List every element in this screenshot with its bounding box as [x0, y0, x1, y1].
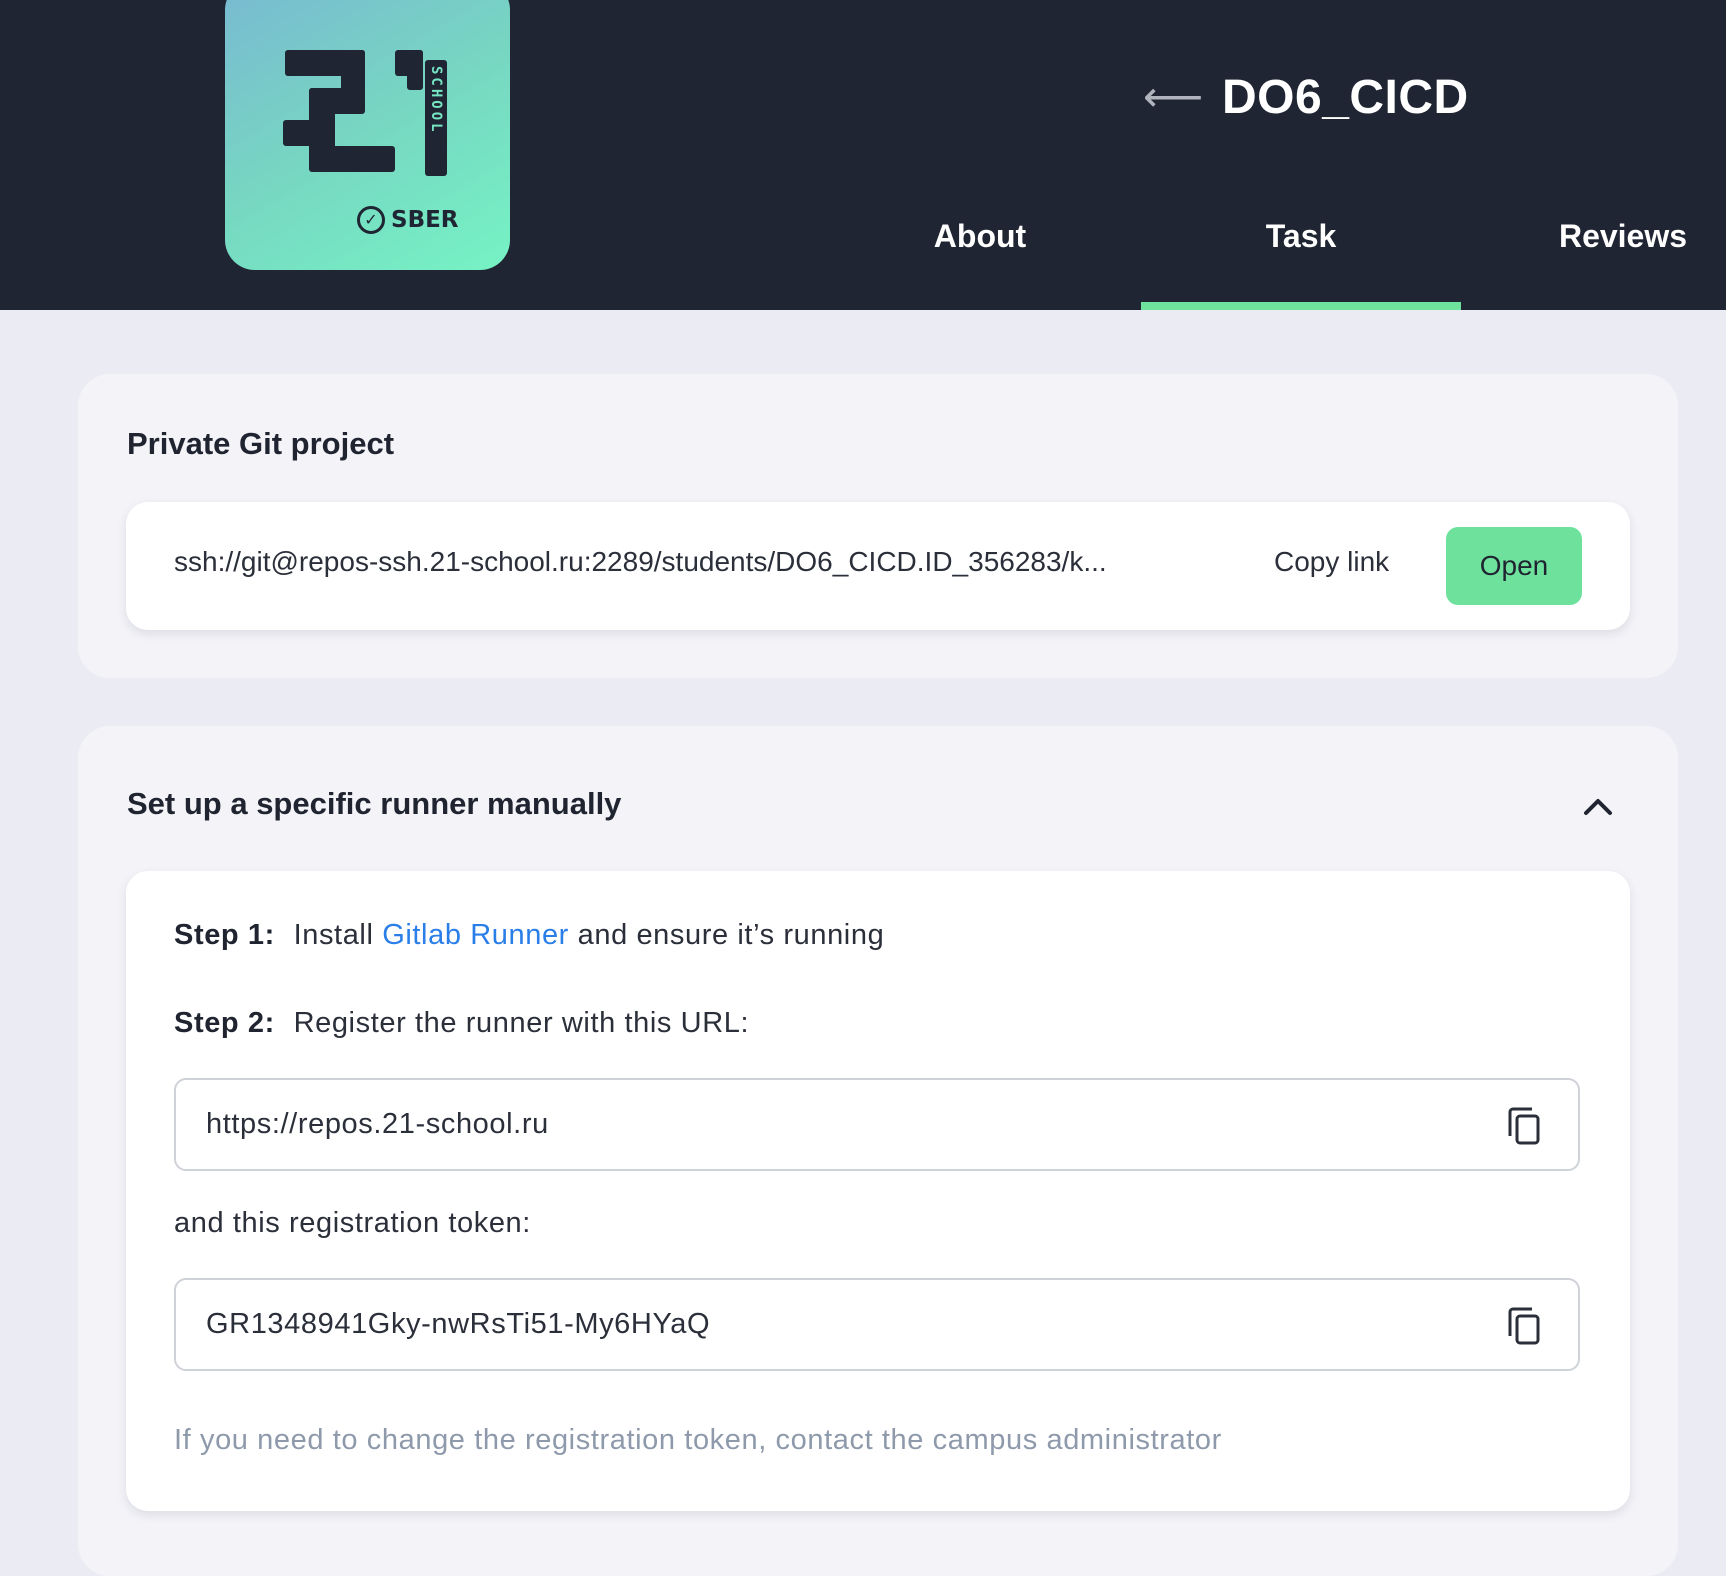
runner-url-value: https://repos.21-school.ru	[206, 1108, 549, 1140]
git-project-title: Private Git project	[127, 426, 395, 461]
step-1: Step 1: Install Gitlab Runner and ensure…	[174, 919, 884, 952]
git-project-card: Private Git project ssh://git@repos-ssh.…	[78, 374, 1678, 678]
runner-url-field[interactable]: https://repos.21-school.ru	[174, 1078, 1580, 1171]
step-2: Step 2: Register the runner with this UR…	[174, 1007, 749, 1040]
repo-link-box: ssh://git@repos-ssh.21-school.ru:2289/st…	[126, 502, 1630, 630]
copy-icon[interactable]	[1506, 1106, 1542, 1146]
copy-link-button[interactable]: Copy link	[1274, 546, 1389, 578]
top-header: SCHOOL ✓ SBER ⟵ DO6_CICD About Task Revi…	[0, 0, 1726, 310]
runner-setup-title: Set up a specific runner manually	[127, 786, 622, 821]
open-repo-button[interactable]: Open	[1446, 527, 1582, 605]
token-label: and this registration token:	[174, 1207, 531, 1239]
logo-school-text: SCHOOL	[428, 66, 444, 135]
tab-task[interactable]: Task	[1141, 200, 1461, 310]
chevron-up-icon[interactable]	[1578, 793, 1618, 819]
registration-token-value: GR1348941Gky-nwRsTi51-My6HYaQ	[206, 1308, 711, 1340]
runner-steps-box: Step 1: Install Gitlab Runner and ensure…	[126, 871, 1630, 1511]
tab-reviews[interactable]: Reviews	[1540, 200, 1706, 310]
project-title: DO6_CICD	[1222, 71, 1469, 124]
token-hint-text: If you need to change the registration t…	[174, 1424, 1222, 1456]
logo-school-badge: SCHOOL	[425, 60, 447, 176]
tab-reviews-label: Reviews	[1558, 218, 1688, 254]
tab-about-label: About	[933, 218, 1027, 254]
step-1-text-before: Install	[293, 919, 374, 951]
gitlab-runner-link[interactable]: Gitlab Runner	[382, 919, 569, 951]
back-arrow-icon[interactable]: ⟵	[1143, 72, 1203, 121]
registration-token-field[interactable]: GR1348941Gky-nwRsTi51-My6HYaQ	[174, 1278, 1580, 1371]
tab-task-label: Task	[1265, 218, 1337, 254]
step-1-text-after: and ensure it’s running	[577, 919, 885, 951]
step-1-label: Step 1:	[174, 919, 275, 951]
tab-about[interactable]: About	[900, 200, 1060, 310]
step-2-text: Register the runner with this URL:	[293, 1007, 750, 1039]
repo-url-text[interactable]: ssh://git@repos-ssh.21-school.ru:2289/st…	[174, 546, 1204, 578]
project-tabs: About Task Reviews	[0, 200, 1726, 310]
copy-icon[interactable]	[1506, 1306, 1542, 1346]
runner-setup-card: Set up a specific runner manually Step 1…	[78, 726, 1678, 1576]
step-2-label: Step 2:	[174, 1007, 275, 1039]
